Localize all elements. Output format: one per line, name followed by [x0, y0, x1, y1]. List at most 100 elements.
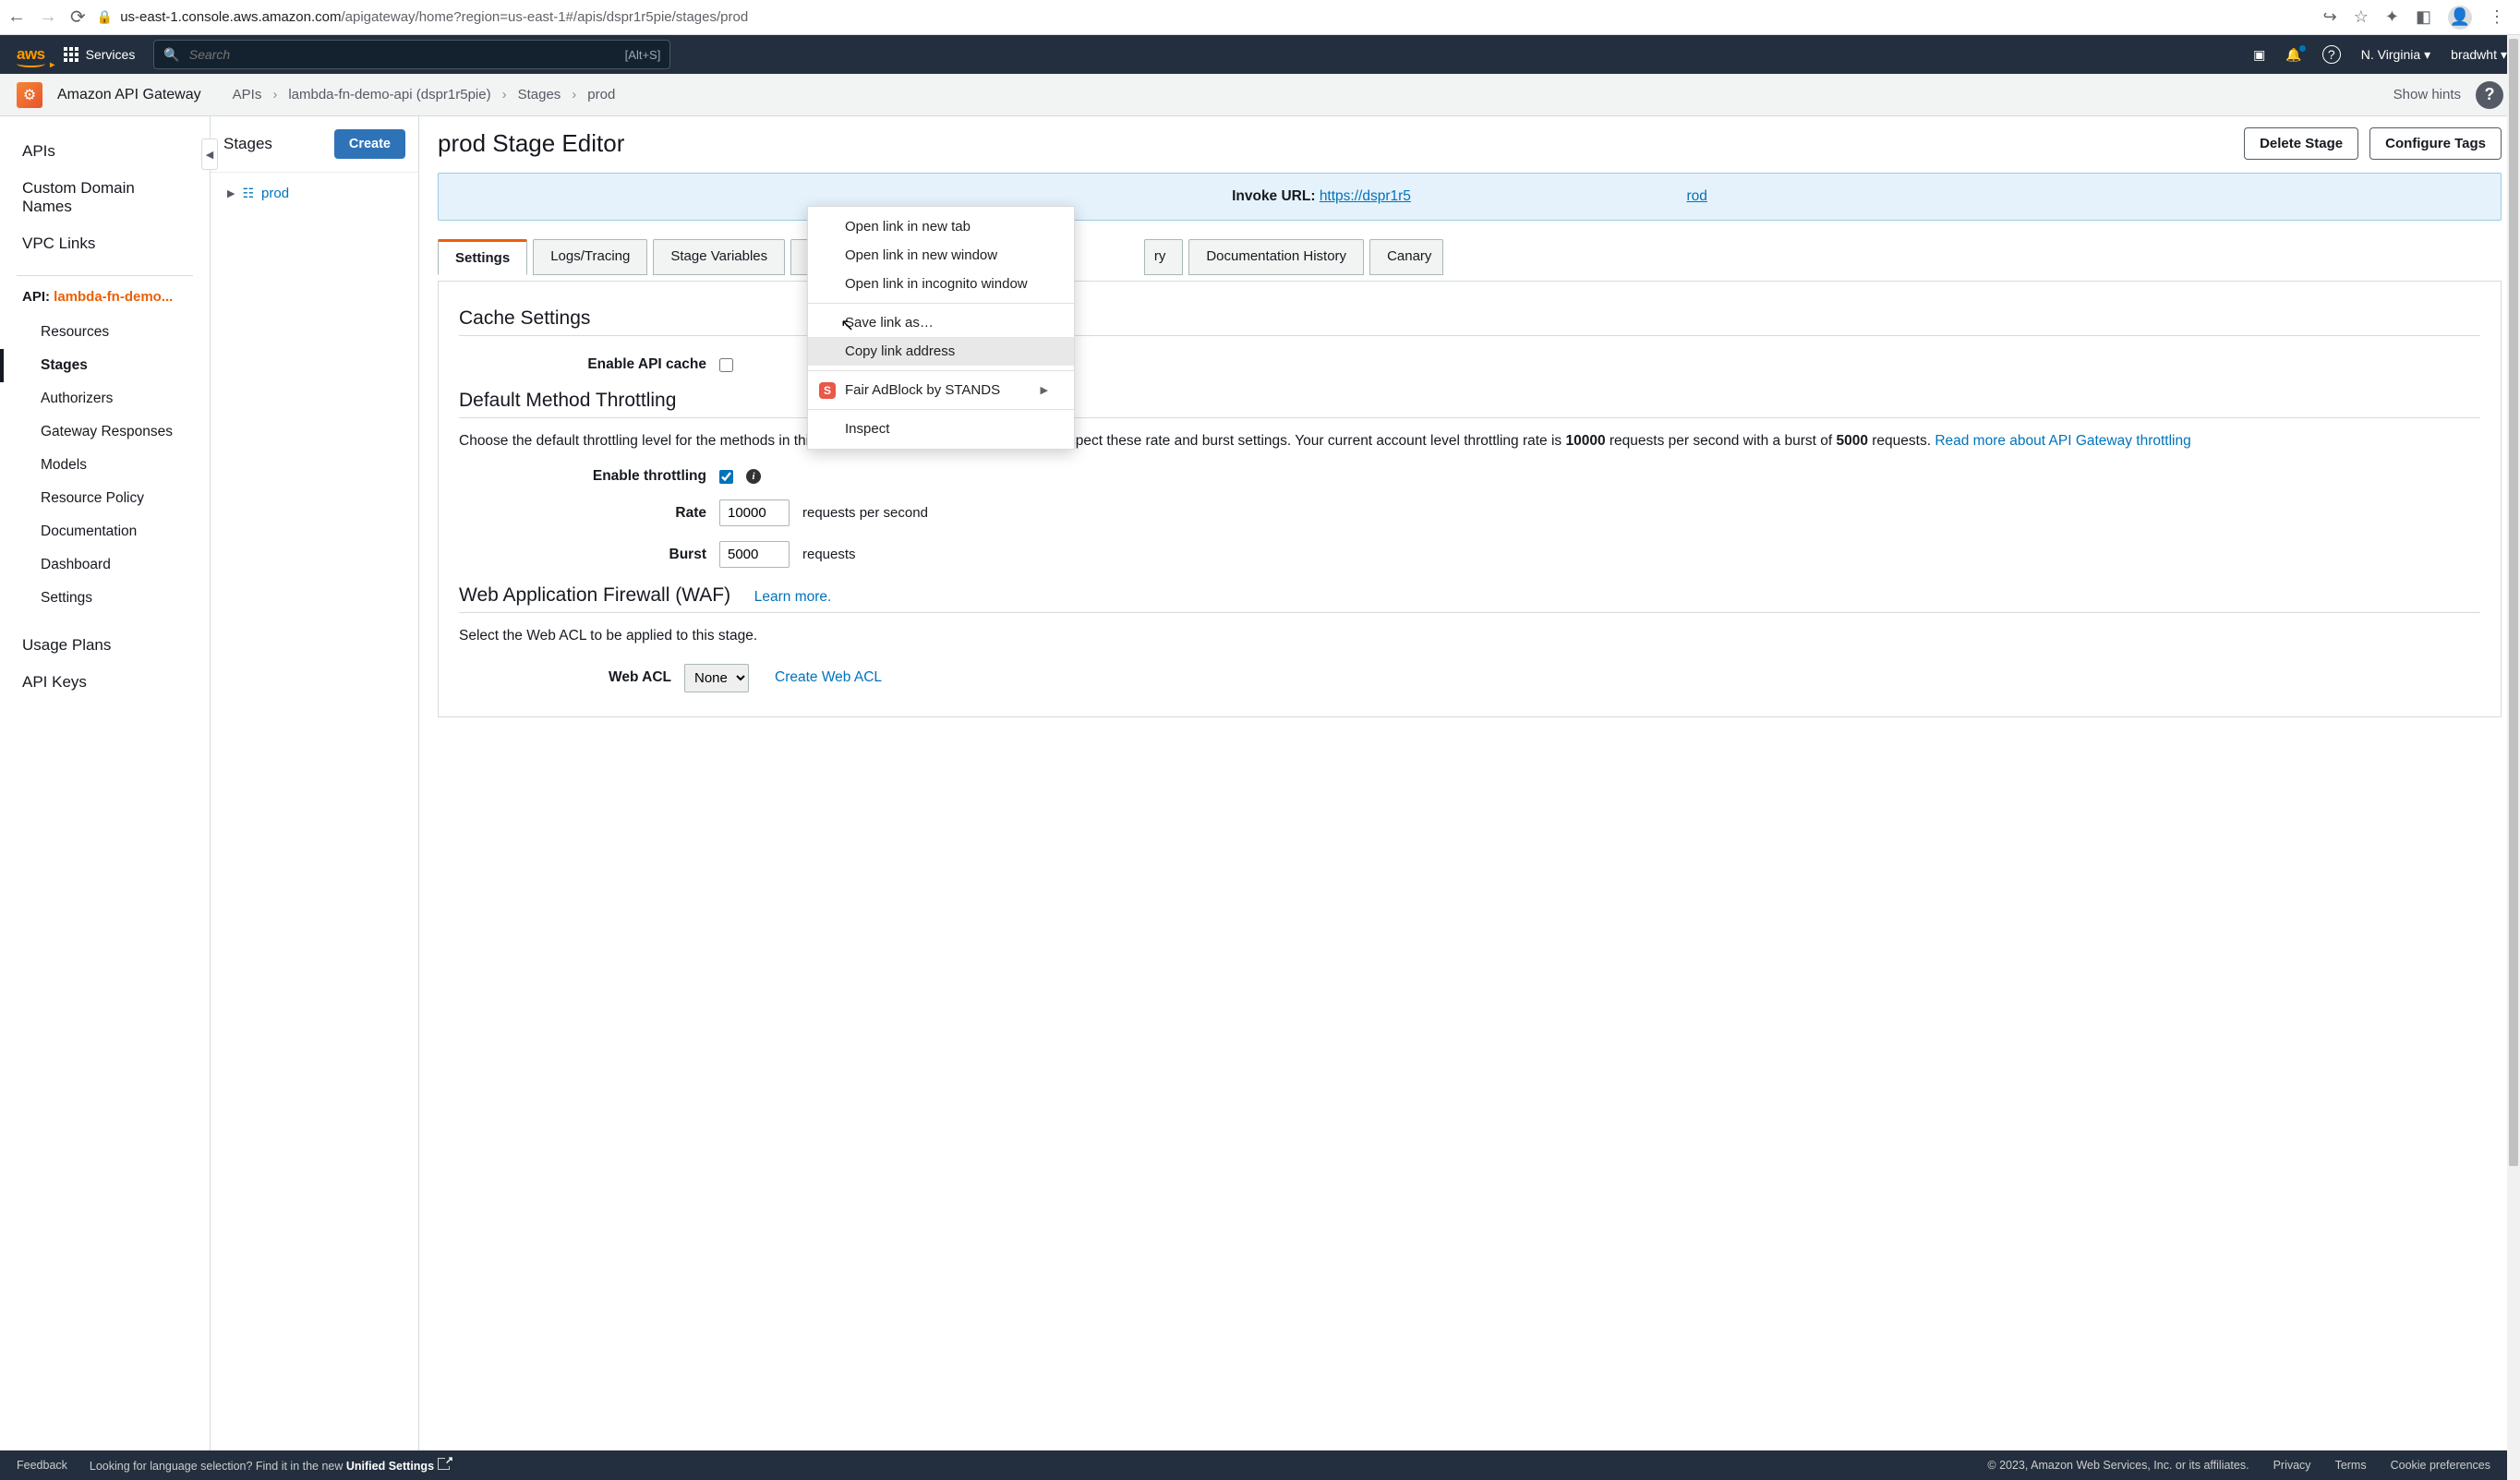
nav-resources[interactable]: Resources	[0, 316, 210, 349]
crumb-stage[interactable]: prod	[587, 87, 615, 102]
service-name[interactable]: Amazon API Gateway	[57, 87, 201, 103]
services-menu[interactable]: Services	[64, 47, 136, 62]
nav-api-keys[interactable]: API Keys	[0, 664, 210, 701]
ctx-open-new-window[interactable]: Open link in new window	[808, 241, 1074, 270]
api-name-link[interactable]: lambda-fn-demo...	[54, 289, 173, 305]
delete-stage-button[interactable]: Delete Stage	[2244, 127, 2358, 160]
extensions-icon[interactable]: ✦	[2385, 7, 2399, 27]
ctx-inspect[interactable]: Inspect	[808, 415, 1074, 443]
cookie-link[interactable]: Cookie preferences	[2391, 1459, 2490, 1472]
stage-link[interactable]: prod	[261, 186, 289, 201]
stage-tree-item[interactable]: ▶ ☷ prod	[227, 186, 402, 201]
ctx-save-link[interactable]: Save link as…	[808, 308, 1074, 337]
enable-cache-label: Enable API cache	[459, 356, 706, 373]
tab-settings[interactable]: Settings	[438, 239, 527, 275]
nav-custom-domains[interactable]: Custom Domain Names	[0, 170, 210, 225]
privacy-link[interactable]: Privacy	[2273, 1459, 2311, 1472]
bookmark-icon[interactable]: ☆	[2354, 7, 2369, 27]
nav-authorizers[interactable]: Authorizers	[0, 382, 210, 415]
terms-link[interactable]: Terms	[2335, 1459, 2367, 1472]
ctx-adblock[interactable]: SFair AdBlock by STANDS▶	[808, 376, 1074, 404]
collapse-button[interactable]: ◀	[201, 138, 218, 170]
unified-settings-link[interactable]: Unified Settings	[346, 1460, 450, 1473]
nav-documentation[interactable]: Documentation	[0, 515, 210, 548]
account-menu[interactable]: bradwht ▾	[2451, 47, 2507, 63]
create-webacl-link[interactable]: Create Web ACL	[775, 669, 882, 686]
search-input[interactable]	[189, 47, 616, 62]
notifications-icon[interactable]: 🔔	[2285, 47, 2301, 63]
nav-resource-policy[interactable]: Resource Policy	[0, 482, 210, 515]
reload-icon[interactable]: ⟳	[70, 6, 86, 29]
help-icon[interactable]: ?	[2322, 45, 2341, 64]
address-bar[interactable]: 🔒 us-east-1.console.aws.amazon.com/apiga…	[97, 9, 2312, 25]
copyright: © 2023, Amazon Web Services, Inc. or its…	[1987, 1459, 2249, 1472]
waf-learn-more-link[interactable]: Learn more.	[754, 589, 832, 605]
caret-right-icon[interactable]: ▶	[227, 187, 235, 199]
burst-input[interactable]	[719, 541, 790, 568]
crumb-apis[interactable]: APIs	[233, 87, 262, 102]
ctx-open-new-tab[interactable]: Open link in new tab	[808, 212, 1074, 241]
invoke-url-banner: Invoke URL: https://dspr1r5 rod	[438, 173, 2502, 221]
webacl-select[interactable]: None	[684, 664, 749, 692]
nav-gateway-responses[interactable]: Gateway Responses	[0, 415, 210, 449]
show-hints-link[interactable]: Show hints	[2393, 87, 2461, 102]
search-icon: 🔍	[163, 47, 179, 63]
help-button[interactable]: ?	[2476, 81, 2503, 109]
settings-panel: Cache Settings Enable API cache Default …	[438, 281, 2502, 717]
side-panel-icon[interactable]: ◧	[2416, 7, 2431, 27]
tab-stage-variables[interactable]: Stage Variables	[653, 239, 785, 275]
aws-search[interactable]: 🔍 [Alt+S]	[153, 40, 670, 69]
share-icon[interactable]: ↪	[2323, 7, 2337, 27]
rate-unit: requests per second	[802, 505, 928, 521]
tab-canary[interactable]: Canary	[1369, 239, 1443, 275]
throttle-docs-link[interactable]: Read more about API Gateway throttling	[1935, 433, 2190, 449]
invoke-url-link[interactable]: https://dspr1r5	[1320, 188, 1411, 204]
footer-right: © 2023, Amazon Web Services, Inc. or its…	[1987, 1459, 2490, 1472]
nav-vpc-links[interactable]: VPC Links	[0, 225, 210, 262]
create-stage-button[interactable]: Create	[334, 129, 405, 159]
back-icon[interactable]: ←	[7, 6, 26, 28]
nav-divider	[17, 275, 193, 276]
chrome-menu-icon[interactable]: ⋮	[2489, 7, 2505, 27]
ctx-divider	[808, 303, 1074, 304]
nav-models[interactable]: Models	[0, 449, 210, 482]
info-icon[interactable]: i	[746, 469, 761, 484]
profile-avatar[interactable]: 👤	[2448, 6, 2472, 30]
region-selector[interactable]: N. Virginia ▾	[2361, 47, 2430, 63]
cloudshell-icon[interactable]: ▣	[2253, 47, 2265, 63]
nav-apis[interactable]: APIs	[0, 133, 210, 170]
scrollbar-thumb[interactable]	[2509, 39, 2518, 1166]
chevron-down-icon: ▾	[2424, 47, 2430, 63]
invoke-url-link-tail[interactable]: rod	[1687, 188, 1707, 204]
enable-cache-checkbox[interactable]	[719, 358, 733, 372]
rate-input[interactable]	[719, 499, 790, 526]
crumb-api[interactable]: lambda-fn-demo-api (dspr1r5pie)	[288, 87, 490, 102]
stages-title: Stages	[223, 135, 272, 153]
feedback-link[interactable]: Feedback	[17, 1459, 67, 1472]
browser-toolbar-right: ↪ ☆ ✦ ◧ 👤 ⋮	[2323, 6, 2513, 30]
section-divider	[459, 335, 2480, 336]
enable-cache-row: Enable API cache	[459, 349, 2480, 380]
ctx-copy-link[interactable]: Copy link address	[808, 337, 1074, 366]
url-path: /apigateway/home?region=us-east-1#/apis/…	[341, 9, 748, 25]
enable-throttle-checkbox[interactable]	[719, 470, 733, 484]
nav-usage-plans[interactable]: Usage Plans	[0, 627, 210, 664]
service-bar-right: Show hints ?	[2393, 81, 2503, 109]
enable-throttle-label: Enable throttling	[459, 468, 706, 485]
throttle-section-title: Default Method Throttling	[459, 390, 2480, 412]
nav-settings[interactable]: Settings	[0, 582, 210, 615]
nav-stages[interactable]: Stages	[0, 349, 210, 382]
crumb-stages[interactable]: Stages	[518, 87, 561, 102]
tab-history-hidden[interactable]: ry	[1144, 239, 1184, 275]
chevron-right-icon: ▶	[1041, 384, 1048, 396]
configure-tags-button[interactable]: Configure Tags	[2369, 127, 2502, 160]
ctx-open-incognito[interactable]: Open link in incognito window	[808, 270, 1074, 298]
tab-logs[interactable]: Logs/Tracing	[533, 239, 647, 275]
nav-dashboard[interactable]: Dashboard	[0, 548, 210, 582]
vertical-scrollbar[interactable]	[2507, 35, 2520, 1480]
footer-bar: Feedback Looking for language selection?…	[0, 1450, 2507, 1480]
tab-doc-history[interactable]: Documentation History	[1188, 239, 1364, 275]
aws-logo[interactable]: aws	[17, 45, 45, 64]
context-menu: Open link in new tab Open link in new wi…	[807, 206, 1075, 450]
chevron-down-icon: ▾	[2501, 47, 2507, 63]
